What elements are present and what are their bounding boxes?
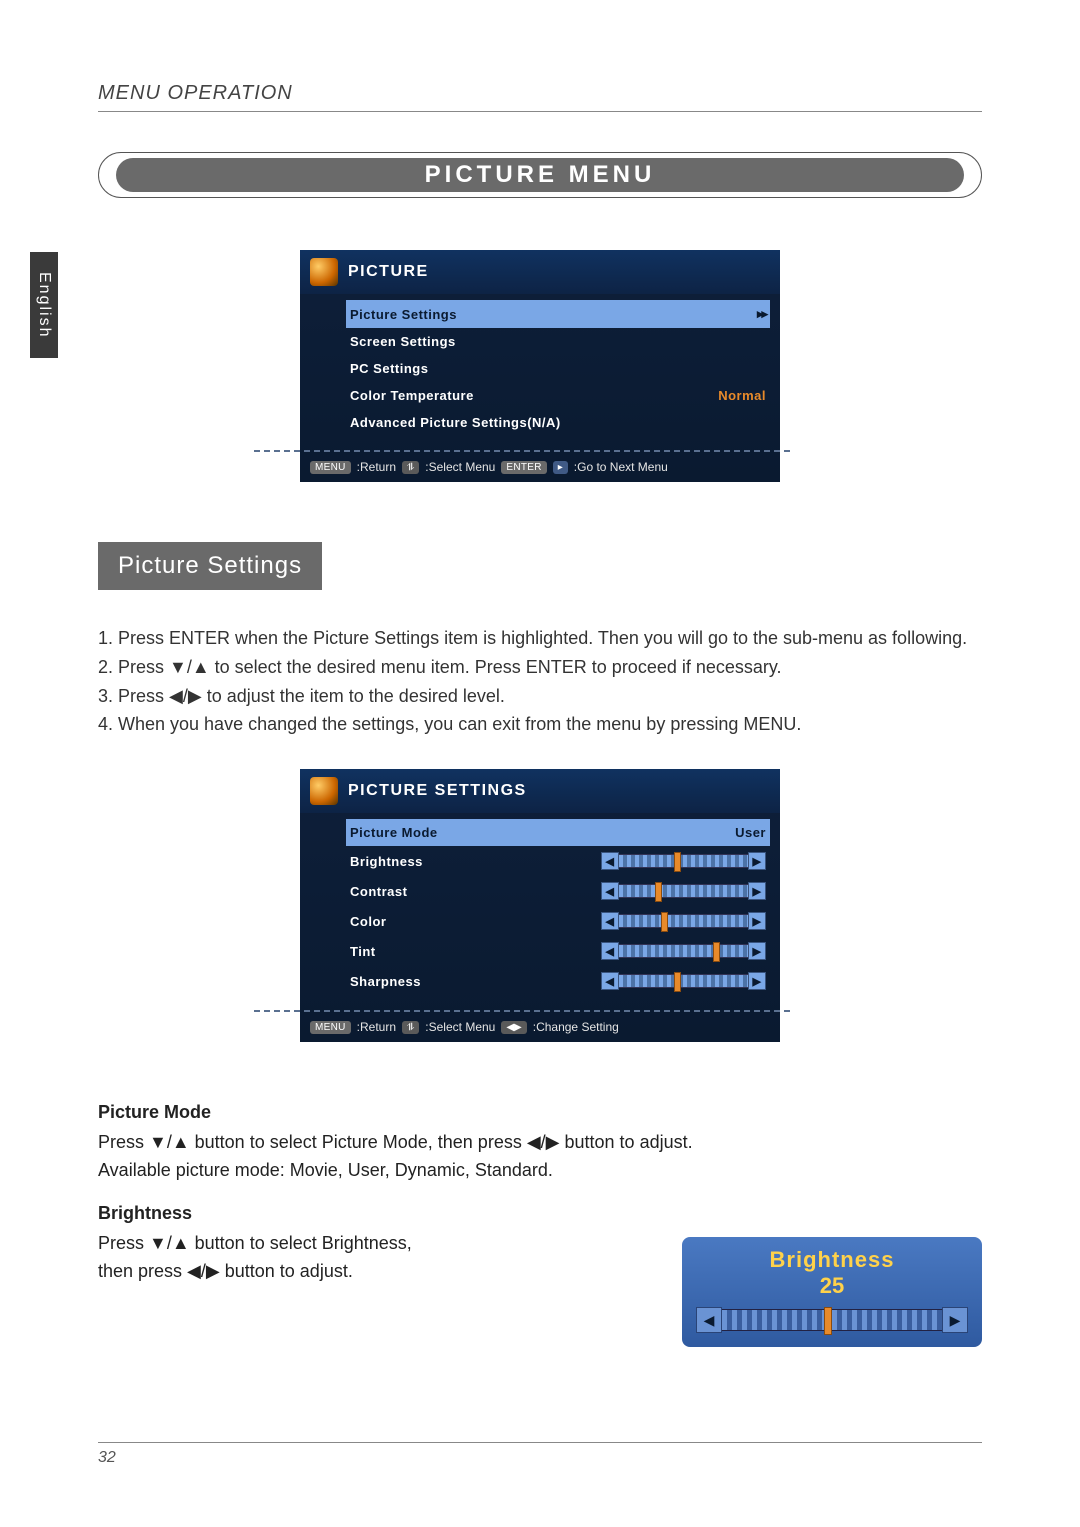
osd-row: Color Temperature Normal — [346, 382, 770, 409]
brightness-slider: ◀ ▶ — [696, 1307, 968, 1333]
slider-right-icon: ▶ — [748, 942, 766, 960]
osd-row: Picture Settings ▸▸ — [346, 300, 770, 328]
osd-slider-row: Brightness◀▶ — [346, 846, 770, 876]
osd-slider: ◀▶ — [601, 942, 766, 960]
slider-right-icon: ▶ — [748, 972, 766, 990]
osd-row-label: Screen Settings — [350, 334, 456, 349]
slider-thumb — [661, 912, 668, 932]
slider-thumb — [674, 852, 681, 872]
osd-row-label: Picture Mode — [350, 825, 438, 840]
updown-icon: ⥮ — [402, 1021, 419, 1034]
section-header: MENU OPERATION — [98, 82, 982, 105]
slider-left-icon: ◀ — [601, 912, 619, 930]
osd-slider-label: Color — [350, 914, 386, 929]
instruction-steps: 1.Press ENTER when the Picture Settings … — [98, 624, 982, 739]
picture-icon — [310, 258, 338, 286]
page-footer: 32 — [98, 1442, 982, 1467]
osd-slider-label: Contrast — [350, 884, 407, 899]
slider-left-icon: ◀ — [696, 1307, 722, 1333]
picture-icon — [310, 777, 338, 805]
instruction-step: 1.Press ENTER when the Picture Settings … — [98, 624, 982, 653]
instruction-step: 4.When you have changed the settings, yo… — [98, 710, 982, 739]
manual-page: English MENU OPERATION PICTURE MENU PICT… — [0, 0, 1080, 1527]
osd-slider-row: Sharpness◀▶ — [346, 966, 770, 996]
slider-left-icon: ◀ — [601, 942, 619, 960]
osd-slider: ◀▶ — [601, 912, 766, 930]
osd-slider: ◀▶ — [601, 852, 766, 870]
osd-row-picture-mode: Picture Mode User — [346, 819, 770, 846]
osd-row-value: User — [735, 825, 766, 840]
osd-footer: MENU :Return ⥮ :Select Menu ◀▶ :Change S… — [300, 1012, 780, 1042]
osd-header: PICTURE — [300, 250, 780, 294]
brightness-popup-value: 25 — [696, 1273, 968, 1299]
osd-row-label: PC Settings — [350, 361, 428, 376]
osd-slider: ◀▶ — [601, 882, 766, 900]
leftright-icon: ◀▶ — [501, 1021, 526, 1034]
change-setting-label: :Change Setting — [533, 1020, 619, 1034]
osd-header: PICTURE SETTINGS — [300, 769, 780, 813]
brightness-title: Brightness — [98, 1203, 558, 1224]
play-icon: ▸ — [553, 461, 568, 474]
instruction-step: 2.Press ▼/▲ to select the desired menu i… — [98, 653, 982, 682]
return-label: :Return — [357, 1020, 396, 1034]
brightness-text: Press ▼/▲ button to select Brightness, t… — [98, 1230, 558, 1286]
title-pill-text: PICTURE MENU — [116, 158, 964, 192]
slider-right-icon: ▶ — [942, 1307, 968, 1333]
osd-row-value: ▸▸ — [757, 306, 766, 322]
slider-thumb — [713, 942, 720, 962]
osd-slider-label: Sharpness — [350, 974, 421, 989]
instruction-step: 3.Press ◀/▶ to adjust the item to the de… — [98, 682, 982, 711]
slider-thumb — [655, 882, 662, 902]
header-rule — [98, 111, 982, 112]
page-number: 32 — [98, 1449, 982, 1467]
return-label: :Return — [357, 460, 396, 474]
osd-footer: MENU :Return ⥮ :Select Menu ENTER ▸ :Go … — [300, 452, 780, 482]
osd-row-value: Normal — [718, 388, 766, 403]
slider-left-icon: ◀ — [601, 852, 619, 870]
osd-picture-menu: PICTURE Picture Settings ▸▸ Screen Setting… — [300, 250, 780, 482]
updown-icon: ⥮ — [402, 461, 419, 474]
slider-right-icon: ▶ — [748, 882, 766, 900]
slider-left-icon: ◀ — [601, 882, 619, 900]
slider-thumb — [674, 972, 681, 992]
osd-title: PICTURE — [348, 263, 429, 281]
select-menu-label: :Select Menu — [425, 1020, 495, 1034]
osd-row-label: Picture Settings — [350, 307, 457, 322]
osd-slider-label: Tint — [350, 944, 376, 959]
osd-row: PC Settings — [346, 355, 770, 382]
osd-slider-row: Tint◀▶ — [346, 936, 770, 966]
osd-row: Screen Settings — [346, 328, 770, 355]
slider-left-icon: ◀ — [601, 972, 619, 990]
osd-slider: ◀▶ — [601, 972, 766, 990]
menu-chip: MENU — [310, 1021, 351, 1034]
menu-chip: MENU — [310, 461, 351, 474]
osd-picture-settings: PICTURE SETTINGS Picture Mode User Brigh… — [300, 769, 780, 1042]
select-menu-label: :Select Menu — [425, 460, 495, 474]
osd-row-label: Advanced Picture Settings(N/A) — [350, 415, 561, 430]
picture-mode-title: Picture Mode — [98, 1102, 982, 1123]
osd-slider-row: Color◀▶ — [346, 906, 770, 936]
slider-thumb — [824, 1307, 832, 1335]
osd-slider-row: Contrast◀▶ — [346, 876, 770, 906]
title-pill: PICTURE MENU — [98, 152, 982, 198]
brightness-popup-title: Brightness — [696, 1247, 968, 1273]
subsection-heading: Picture Settings — [98, 542, 322, 590]
osd-row: Advanced Picture Settings(N/A) — [346, 409, 770, 436]
slider-right-icon: ▶ — [748, 852, 766, 870]
enter-chip: ENTER — [501, 461, 546, 474]
slider-right-icon: ▶ — [748, 912, 766, 930]
goto-next-label: :Go to Next Menu — [574, 460, 668, 474]
language-tab: English — [30, 252, 58, 358]
brightness-popup: Brightness 25 ◀ ▶ — [682, 1237, 982, 1347]
picture-mode-text: Press ▼/▲ button to select Picture Mode,… — [98, 1129, 982, 1185]
osd-slider-label: Brightness — [350, 854, 423, 869]
osd-title: PICTURE SETTINGS — [348, 782, 527, 800]
osd-row-label: Color Temperature — [350, 388, 474, 403]
